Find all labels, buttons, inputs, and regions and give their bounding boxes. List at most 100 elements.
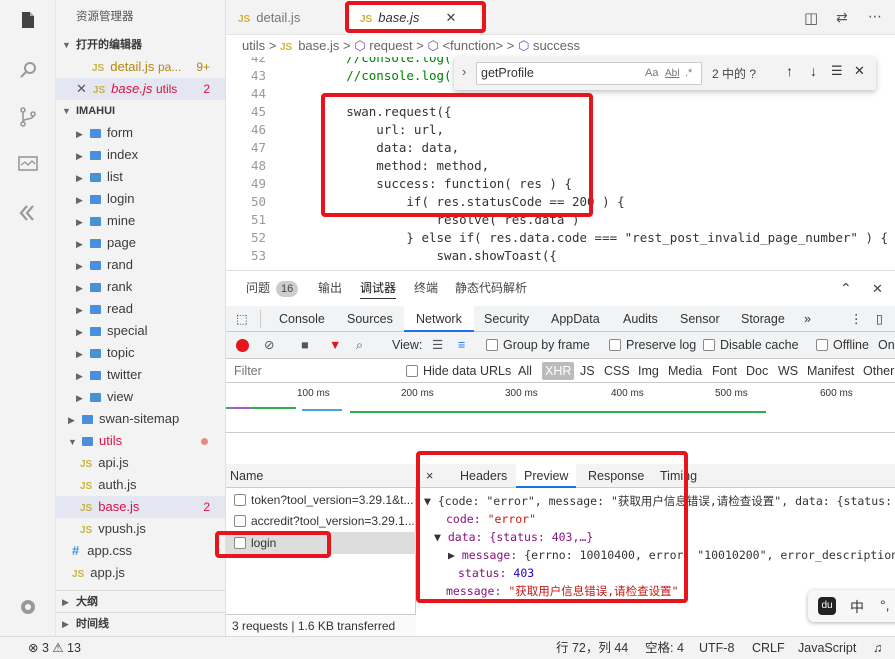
- chevron-right-icon[interactable]: ›: [462, 64, 466, 79]
- split-editor-icon[interactable]: ◫: [804, 9, 818, 27]
- close-icon[interactable]: ✕: [76, 81, 87, 96]
- tree-item[interactable]: ▶ login: [56, 188, 225, 210]
- tab-static-analysis[interactable]: 静态代码解析: [455, 271, 527, 306]
- extension-icon[interactable]: [16, 201, 40, 225]
- tab-storage[interactable]: Storage: [741, 306, 785, 332]
- problems-status[interactable]: ⊗ 3 ⚠ 13: [28, 637, 81, 659]
- filter-all[interactable]: All: [518, 359, 532, 383]
- tab-terminal[interactable]: 终端: [414, 271, 438, 306]
- tree-item[interactable]: JS base.js 2: [56, 496, 225, 518]
- gear-icon[interactable]: [16, 595, 40, 619]
- list-view-icon[interactable]: ☰: [432, 332, 443, 359]
- tree-item[interactable]: ▶ form: [56, 122, 225, 144]
- project-header[interactable]: ▼ IMAHUI: [56, 100, 225, 122]
- record-icon[interactable]: [236, 339, 249, 352]
- request-row[interactable]: accredit?tool_version=3.29.1...: [234, 511, 414, 531]
- tree-item[interactable]: ▶ rand: [56, 254, 225, 276]
- tab-problems[interactable]: 问题: [246, 271, 270, 306]
- indentation-status[interactable]: 空格: 4: [645, 637, 684, 659]
- tree-item[interactable]: ▶ view: [56, 386, 225, 408]
- tab-sources[interactable]: Sources: [347, 306, 393, 332]
- filter-input[interactable]: [230, 361, 394, 381]
- tab-security[interactable]: Security: [484, 306, 529, 332]
- camera-icon[interactable]: ■: [301, 332, 309, 359]
- tree-item[interactable]: ▶ index: [56, 144, 225, 166]
- open-editors-header[interactable]: ▼ 打开的编辑器: [56, 34, 225, 56]
- whole-word-icon[interactable]: Abl: [665, 63, 679, 84]
- filter-media[interactable]: Media: [668, 359, 702, 383]
- filter-css[interactable]: CSS: [604, 359, 630, 383]
- tree-item[interactable]: # app.css: [56, 540, 225, 562]
- throttling-select[interactable]: Onl: [878, 332, 895, 359]
- disable-cache-checkbox[interactable]: Disable cache: [703, 332, 799, 359]
- filter-img[interactable]: Img: [638, 359, 659, 383]
- eol-status[interactable]: CRLF: [752, 637, 785, 659]
- close-icon[interactable]: ✕: [854, 63, 865, 79]
- ime-toolbar[interactable]: du 中 °,: [808, 590, 895, 622]
- clear-icon[interactable]: ⊘: [264, 332, 274, 359]
- bell-icon[interactable]: ♫: [873, 637, 882, 659]
- preserve-log-checkbox[interactable]: Preserve log: [609, 332, 696, 359]
- code-line[interactable]: } else if( res.data.code === "rest_post_…: [286, 230, 888, 245]
- tree-item[interactable]: JS vpush.js: [56, 518, 225, 540]
- code-line[interactable]: //console.log(: [286, 68, 451, 83]
- filter-xhr[interactable]: XHR: [542, 362, 575, 380]
- match-case-icon[interactable]: Aa: [645, 63, 658, 84]
- close-icon[interactable]: ✕: [872, 271, 883, 306]
- encoding-status[interactable]: UTF-8: [699, 637, 734, 659]
- group-by-frame-checkbox[interactable]: Group by frame: [486, 332, 590, 359]
- arrow-down-icon[interactable]: ↓: [810, 63, 817, 79]
- tree-item[interactable]: JS auth.js: [56, 474, 225, 496]
- outline-header[interactable]: ▶ 大纲: [56, 590, 225, 612]
- inspect-icon[interactable]: ⬚: [236, 306, 248, 332]
- tree-item[interactable]: ▶ page: [56, 232, 225, 254]
- timeline-header[interactable]: ▶ 时间线: [56, 612, 225, 634]
- find-input[interactable]: getProfile Aa Abl .*: [476, 62, 702, 85]
- language-status[interactable]: JavaScript: [798, 637, 856, 659]
- tab-network[interactable]: Network: [404, 306, 474, 332]
- tree-item[interactable]: JS api.js: [56, 452, 225, 474]
- tree-item[interactable]: ▶ twitter: [56, 364, 225, 386]
- filter-icon[interactable]: ▼: [329, 332, 341, 359]
- selection-icon[interactable]: ☰: [831, 63, 843, 79]
- code-line[interactable]: swan.showToast({: [286, 248, 557, 263]
- regex-icon[interactable]: .*: [685, 63, 692, 84]
- offline-checkbox[interactable]: Offline: [816, 332, 869, 359]
- tab-sensor[interactable]: Sensor: [680, 306, 720, 332]
- tree-item[interactable]: ▼ utils: [56, 430, 225, 452]
- chevron-up-icon[interactable]: ⌃: [840, 271, 852, 306]
- tab-console[interactable]: Console: [279, 306, 325, 332]
- tree-item[interactable]: ▶ rank: [56, 276, 225, 298]
- waterfall-icon[interactable]: ≡: [458, 332, 465, 359]
- filter-js[interactable]: JS: [580, 359, 595, 383]
- tree-item[interactable]: ▶ topic: [56, 342, 225, 364]
- tab-appdata[interactable]: AppData: [551, 306, 600, 332]
- tree-item[interactable]: ▶ special: [56, 320, 225, 342]
- more-icon[interactable]: ⋯: [868, 8, 882, 25]
- filter-other[interactable]: Other: [863, 359, 894, 383]
- open-editor-detail[interactable]: JS detail.js pa... 9+: [56, 56, 225, 78]
- device-icon[interactable]: ▯: [876, 306, 883, 332]
- filter-doc[interactable]: Doc: [746, 359, 768, 383]
- source-control-icon[interactable]: [16, 105, 40, 129]
- tree-item[interactable]: ▶ mine: [56, 210, 225, 232]
- kebab-menu-icon[interactable]: ⋮: [850, 306, 863, 332]
- files-icon[interactable]: [16, 8, 40, 32]
- tree-item[interactable]: ▶ swan-sitemap: [56, 408, 225, 430]
- filter-ws[interactable]: WS: [778, 359, 798, 383]
- more-tabs-button[interactable]: »: [804, 306, 811, 332]
- code-line[interactable]: //console.log(: [286, 57, 451, 65]
- tab-debugger[interactable]: 调试器: [360, 271, 397, 299]
- open-editor-base[interactable]: ✕ JS base.js utils 2: [56, 78, 225, 100]
- hide-data-urls-checkbox[interactable]: Hide data URLs: [406, 359, 511, 383]
- tab-audits[interactable]: Audits: [623, 306, 658, 332]
- search-icon[interactable]: ⌕: [356, 332, 363, 359]
- compare-icon[interactable]: ⇄: [836, 9, 848, 26]
- request-row[interactable]: token?tool_version=3.29.1&t...: [234, 490, 414, 510]
- filter-manifest[interactable]: Manifest: [807, 359, 854, 383]
- tree-item[interactable]: ▶ list: [56, 166, 225, 188]
- tab-detail[interactable]: JS detail.js: [238, 0, 346, 35]
- arrow-up-icon[interactable]: ↑: [786, 63, 793, 79]
- filter-font[interactable]: Font: [712, 359, 737, 383]
- search-icon[interactable]: [16, 58, 40, 82]
